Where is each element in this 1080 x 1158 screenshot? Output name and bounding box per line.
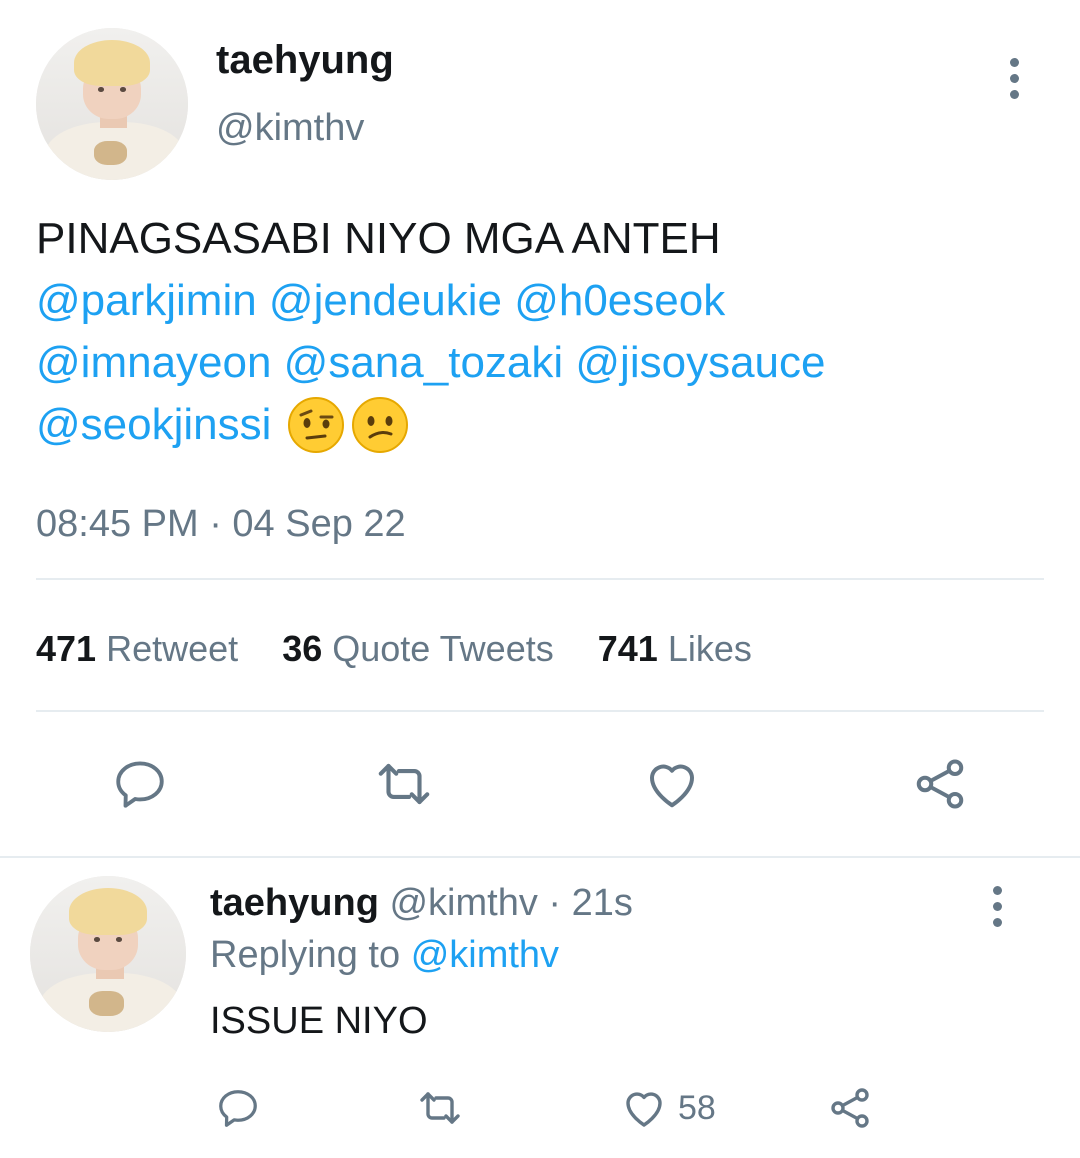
replying-to: Replying to @kimthv [210, 934, 559, 977]
divider [0, 856, 1080, 858]
retweet-icon [420, 1092, 460, 1124]
display-name[interactable]: taehyung [216, 38, 394, 83]
quotes-label: Quote Tweets [332, 628, 554, 669]
mentions-line-2[interactable]: @imnayeon @sana_tozaki @jisoysauce [36, 332, 1056, 394]
retweets-stat[interactable]: 471 Retweet [36, 628, 248, 669]
confused-face-emoji [352, 397, 409, 453]
like-button[interactable] [640, 752, 704, 816]
like-icon [626, 1092, 662, 1127]
replying-to-handle[interactable]: @kimthv [411, 934, 559, 976]
quotes-count: 36 [282, 628, 323, 669]
reply-text: ISSUE NIYO [210, 1000, 428, 1042]
retweet-icon [378, 763, 430, 805]
share-icon [916, 759, 964, 809]
reply-avatar[interactable] [30, 876, 186, 1032]
avatar[interactable] [36, 28, 188, 180]
share-button[interactable] [908, 752, 972, 816]
reply-share-button[interactable] [826, 1084, 874, 1132]
tweet-text: PINAGSASABI NIYO MGA ANTEH @parkjimin @j… [36, 208, 1056, 456]
reply-like-button[interactable]: 58 [620, 1084, 716, 1132]
mentions-line-3-row: @seokjinssi [36, 394, 1056, 456]
share-icon [831, 1088, 869, 1128]
reply-retweet-button[interactable] [416, 1084, 464, 1132]
reply-header: taehyung @kimthv · 21s [210, 882, 633, 925]
quotes-stat[interactable]: 36 Quote Tweets [282, 628, 564, 669]
mentions-line-1[interactable]: @parkjimin @jendeukie @h0eseok [36, 270, 1056, 332]
reply-handle[interactable]: @kimthv [389, 882, 537, 924]
likes-label: Likes [667, 628, 752, 669]
reply-more-options-icon[interactable] [993, 886, 1002, 927]
reply-icon [116, 761, 164, 808]
mentions-line-3[interactable]: @seokjinssi [36, 394, 271, 456]
reply-time: · 21s [548, 882, 633, 924]
reply-icon [219, 1090, 257, 1127]
like-icon [650, 764, 694, 808]
reply-display-name[interactable]: taehyung [210, 882, 379, 924]
divider [36, 710, 1044, 712]
retweets-label: Retweet [106, 628, 239, 669]
reply-like-count: 58 [678, 1088, 716, 1127]
tweet-body: PINAGSASABI NIYO MGA ANTEH [36, 214, 721, 263]
replying-to-label: Replying to [210, 934, 401, 976]
retweets-count: 471 [36, 628, 97, 669]
likes-count: 741 [597, 628, 658, 669]
handle[interactable]: @kimthv [216, 107, 364, 150]
likes-stat[interactable]: 741 Likes [598, 628, 752, 669]
tweet-timestamp[interactable]: 08:45 PM · 04 Sep 22 [36, 503, 406, 546]
raised-eyebrow-emoji [288, 397, 345, 453]
reply-button[interactable] [108, 752, 172, 816]
retweet-button[interactable] [372, 752, 436, 816]
reply-reply-button[interactable] [214, 1084, 262, 1132]
divider [36, 578, 1044, 580]
engagement-stats: 471 Retweet 36 Quote Tweets 741 Likes [36, 628, 752, 670]
more-options-icon[interactable] [1010, 58, 1019, 99]
